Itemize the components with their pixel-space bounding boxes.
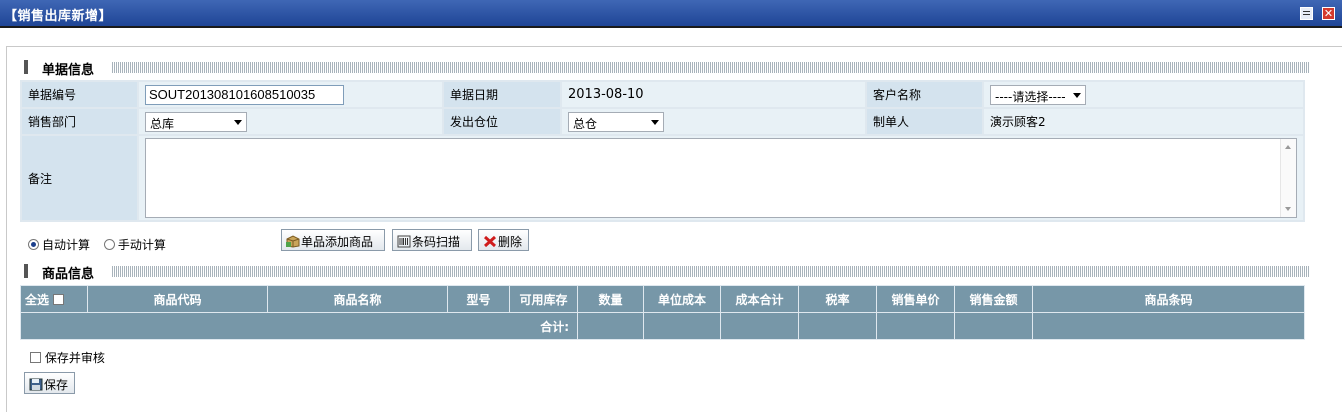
- auto-calc-label: 自动计算: [42, 238, 91, 252]
- calc-mode-group: 自动计算 手动计算: [28, 236, 166, 253]
- customer-select-value: ----请选择----: [995, 89, 1066, 104]
- section-divider: [112, 266, 1309, 277]
- delete-button[interactable]: 删除: [478, 229, 529, 251]
- section-divider: [112, 62, 1309, 73]
- column-header: 销售单价: [876, 285, 955, 313]
- doc-info-header: 单据信息: [24, 60, 1309, 78]
- manual-calc-label: 手动计算: [117, 238, 166, 252]
- total-cell: [876, 312, 955, 340]
- select-all-label: 全选: [25, 292, 50, 307]
- barcode-icon: [397, 235, 411, 248]
- total-row: 合计:: [20, 312, 1305, 340]
- select-all-checkbox[interactable]: [53, 293, 65, 305]
- creator-value: 演示顾客2: [982, 107, 1305, 136]
- floppy-disk-icon: [29, 378, 43, 391]
- remark-label: 备注: [20, 134, 139, 222]
- select-all-header[interactable]: 全选: [20, 285, 88, 313]
- warehouse-label: 发出仓位: [442, 107, 562, 136]
- creator-label: 制单人: [865, 107, 984, 136]
- box-icon: [286, 235, 300, 248]
- column-header: 型号: [447, 285, 510, 313]
- section-marker-icon: [24, 264, 28, 278]
- section-title: 商品信息: [42, 267, 95, 282]
- warehouse-select[interactable]: 总仓: [568, 111, 664, 132]
- chevron-down-icon: [234, 119, 242, 125]
- total-cell: [577, 312, 644, 340]
- chevron-down-icon: [1073, 92, 1081, 98]
- column-header: 成本合计: [720, 285, 799, 313]
- scroll-up-icon[interactable]: [1285, 145, 1291, 149]
- remark-textarea[interactable]: [145, 138, 1297, 218]
- product-grid: 全选 商品代码 商品名称 型号 可用库存 数量 单位成本 成本合计 税率 销售单…: [20, 285, 1305, 340]
- doc-info-form: 单据编号 单据日期 2013-08-10 客户名称 ----请选择---- 销售…: [20, 80, 1305, 222]
- doc-no-input[interactable]: [145, 84, 344, 105]
- column-header: 税率: [798, 285, 877, 313]
- doc-no-label: 单据编号: [20, 80, 139, 109]
- save-audit-checkbox[interactable]: [30, 352, 41, 363]
- delete-x-icon: [483, 235, 497, 248]
- column-header: 商品条码: [1032, 285, 1305, 313]
- barcode-scan-label: 条码扫描: [412, 235, 461, 249]
- column-header: 数量: [577, 285, 644, 313]
- section-marker-icon: [24, 60, 28, 74]
- customer-select[interactable]: ----请选择----: [990, 84, 1086, 105]
- dept-select[interactable]: 总库: [145, 111, 247, 132]
- save-audit-row: 保存并审核: [30, 349, 105, 366]
- save-label: 保存: [44, 378, 69, 392]
- window-title: 【销售出库新增】: [4, 9, 113, 24]
- total-label: 合计:: [20, 312, 578, 340]
- auto-calc-radio[interactable]: [28, 239, 39, 250]
- manual-calc-radio[interactable]: [103, 239, 115, 250]
- doc-date-value: 2013-08-10: [560, 80, 867, 109]
- window-titlebar: 【销售出库新增】 ✕: [0, 0, 1342, 28]
- delete-label: 删除: [498, 235, 523, 249]
- dept-label: 销售部门: [20, 107, 139, 136]
- total-cell: [720, 312, 799, 340]
- total-cell: [643, 312, 721, 340]
- chevron-down-icon: [651, 119, 659, 125]
- barcode-scan-button[interactable]: 条码扫描: [392, 229, 472, 251]
- dept-select-value: 总库: [150, 116, 175, 131]
- column-header: 商品代码: [87, 285, 268, 313]
- doc-date-label: 单据日期: [442, 80, 562, 109]
- column-header: 单位成本: [643, 285, 721, 313]
- total-cell: [954, 312, 1033, 340]
- close-icon[interactable]: ✕: [1322, 7, 1335, 20]
- total-cell: [1032, 312, 1305, 340]
- column-header: 商品名称: [267, 285, 448, 313]
- total-cell: [798, 312, 877, 340]
- column-header: 销售金额: [954, 285, 1033, 313]
- product-info-header: 商品信息: [24, 264, 1309, 282]
- scroll-down-icon[interactable]: [1285, 207, 1291, 211]
- warehouse-select-value: 总仓: [573, 116, 598, 131]
- save-audit-label: 保存并审核: [44, 351, 105, 365]
- minimize-icon[interactable]: [1300, 7, 1313, 20]
- section-title: 单据信息: [42, 63, 95, 78]
- customer-label: 客户名称: [865, 80, 984, 109]
- add-product-label: 单品添加商品: [301, 235, 374, 249]
- scrollbar[interactable]: [1280, 139, 1296, 217]
- column-header: 可用库存: [509, 285, 578, 313]
- add-product-button[interactable]: 单品添加商品: [281, 229, 385, 251]
- save-button[interactable]: 保存: [24, 372, 75, 394]
